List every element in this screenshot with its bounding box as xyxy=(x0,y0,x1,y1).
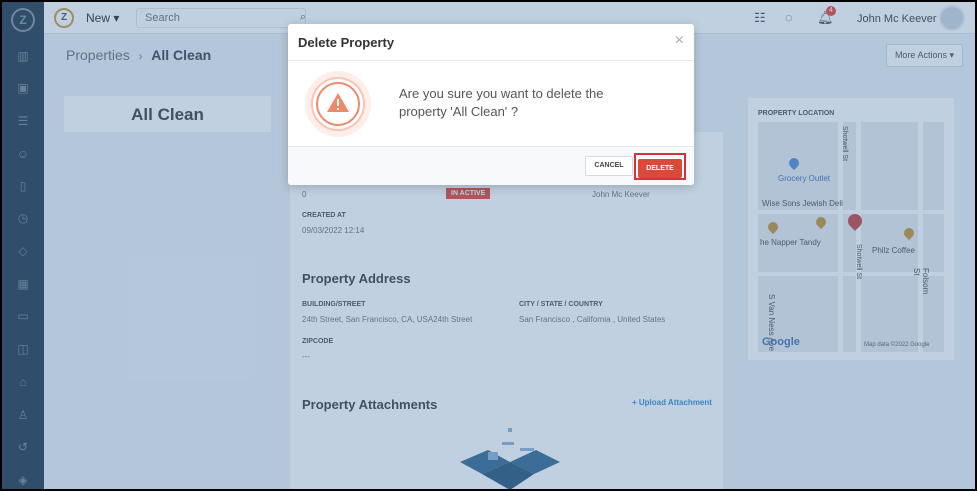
delete-button[interactable]: DELETE xyxy=(638,159,682,178)
dialog-footer: CANCEL DELETE xyxy=(288,146,694,185)
dialog-title: Delete Property xyxy=(298,35,395,50)
dialog-message: Are you sure you want to delete the prop… xyxy=(399,86,604,119)
cancel-button[interactable]: CANCEL xyxy=(585,156,633,176)
dialog-header: Delete Property × xyxy=(288,24,694,61)
warning-badge xyxy=(305,71,371,137)
delete-button-highlight: DELETE xyxy=(634,153,686,180)
delete-property-dialog: Delete Property × Are you sure you want … xyxy=(288,24,694,185)
close-icon[interactable]: × xyxy=(675,32,684,50)
warning-icon xyxy=(327,93,349,112)
app-frame: Z ▥ ▣ ☰ ☺ ▯ ◷ ◇ ▦ ▭ ◫ ⌂ ♙ ↺ ◈ Z New ▾ ⌕ … xyxy=(2,2,975,489)
